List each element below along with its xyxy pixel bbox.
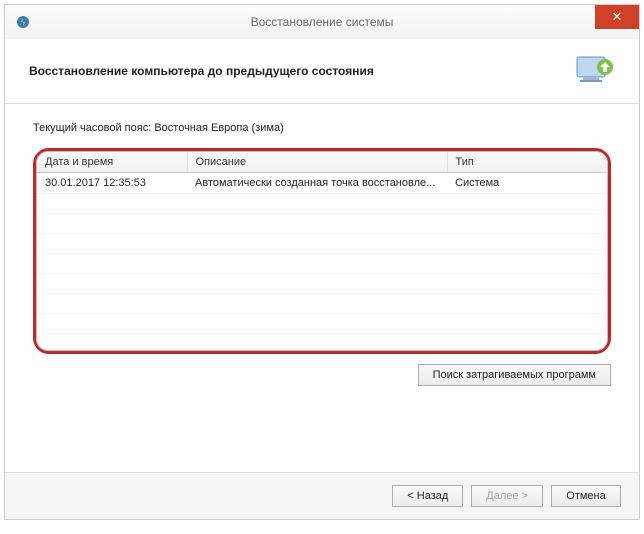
back-button[interactable]: < Назад (392, 485, 463, 507)
table-row-empty (37, 194, 607, 214)
table-row-empty (37, 214, 607, 234)
col-header-desc[interactable]: Описание (187, 152, 447, 173)
table-header-row: Дата и время Описание Тип (37, 152, 607, 173)
scan-button-row: Поиск затрагиваемых программ (33, 354, 611, 390)
col-header-date[interactable]: Дата и время (37, 152, 187, 173)
next-button[interactable]: Далее > (471, 485, 543, 507)
table-row-empty (37, 254, 607, 274)
scan-affected-button[interactable]: Поиск затрагиваемых программ (418, 364, 611, 386)
table-row-empty (37, 294, 607, 314)
close-icon: ✕ (612, 9, 623, 25)
window-frame: Восстановление системы ✕ Восстановление … (4, 4, 640, 520)
timezone-label: Текущий часовой пояс: Восточная Европа (… (33, 122, 611, 134)
table-row-empty (37, 274, 607, 294)
table-row-empty (37, 234, 607, 254)
cell-type: Система (447, 173, 607, 194)
cancel-button[interactable]: Отмена (551, 485, 621, 507)
monitor-restore-icon (575, 53, 615, 89)
cell-desc: Автоматически созданная точка восстановл… (187, 173, 447, 194)
title-bar: Восстановление системы ✕ (5, 5, 639, 39)
wizard-content: Текущий часовой пояс: Восточная Европа (… (5, 104, 639, 472)
close-button[interactable]: ✕ (595, 5, 639, 29)
cell-date: 30.01.2017 12:35:53 (37, 173, 187, 194)
restore-points-highlight: Дата и время Описание Тип 30.01.2017 12:… (33, 148, 611, 354)
col-header-type[interactable]: Тип (447, 152, 607, 173)
restore-app-icon (15, 14, 31, 30)
window-title: Восстановление системы (251, 15, 394, 29)
wizard-footer: < Назад Далее > Отмена (5, 472, 639, 519)
table-row-empty (37, 314, 607, 334)
restore-points-table[interactable]: Дата и время Описание Тип 30.01.2017 12:… (37, 152, 607, 334)
wizard-header: Восстановление компьютера до предыдущего… (5, 39, 639, 104)
wizard-heading: Восстановление компьютера до предыдущего… (29, 64, 374, 78)
table-row[interactable]: 30.01.2017 12:35:53 Автоматически создан… (37, 173, 607, 194)
